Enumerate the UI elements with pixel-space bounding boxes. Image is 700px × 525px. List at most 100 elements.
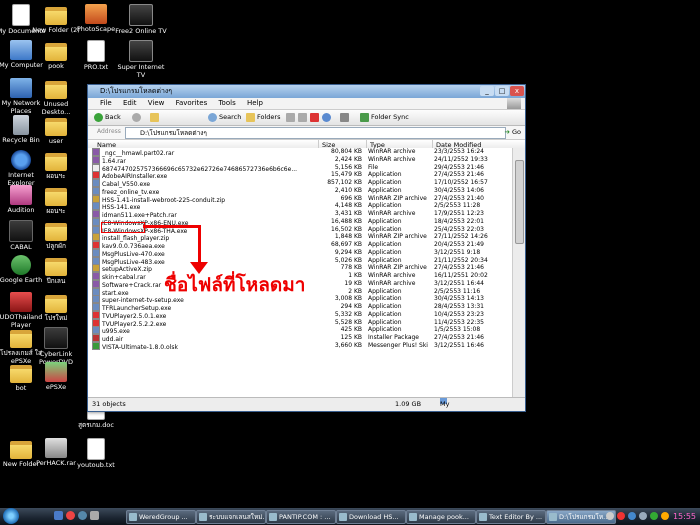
- menu-help[interactable]: Help: [247, 99, 263, 107]
- file-row[interactable]: udd.air 125 KB Installer Package 27/4/2553 …: [88, 334, 513, 343]
- folder-icon: [45, 7, 67, 25]
- file-row[interactable]: MsgPlusLive-470.exe 9,294 KB Application 3/…: [88, 248, 513, 258]
- undo-button[interactable]: [322, 110, 333, 125]
- taskbar-button[interactable]: ระบบแจกเลนสใหม่...: [196, 510, 266, 524]
- text-file-icon: [87, 40, 105, 62]
- folders-button[interactable]: Folders: [246, 110, 280, 125]
- file-row[interactable]: MsgPlusLive-483.exe 5,026 KB Application 21…: [88, 256, 513, 266]
- tv-icon: [129, 40, 153, 62]
- file-row[interactable]: kav9.0.0.736aea.exe 68,697 KB Application 2…: [88, 241, 513, 250]
- desktop-icon[interactable]: CyberLink PowerDVD: [29, 327, 83, 366]
- file-row[interactable]: 1.64.rar 2,424 KB WinRAR archive 24/11/2552…: [88, 155, 513, 165]
- quick-launch-desktop-icon[interactable]: [54, 511, 63, 520]
- desktop-icon[interactable]: โปรใหม่: [29, 292, 83, 322]
- file-row[interactable]: TVUPlayer2.5.0.1.exe 5,332 KB Application 1…: [88, 310, 513, 320]
- taskbar-button[interactable]: PANTIP.COM : ...: [266, 510, 336, 524]
- tray-volume-icon[interactable]: [639, 512, 647, 520]
- file-type: Application: [368, 256, 402, 264]
- file-type: Application: [368, 295, 402, 303]
- quick-launch-ie-icon[interactable]: [78, 511, 87, 520]
- folder-icon: [45, 118, 67, 136]
- desktop-icon[interactable]: Super Internet TV: [114, 40, 168, 79]
- file-row[interactable]: Cabal_V550.exe 857,102 KB Application 17/10…: [88, 179, 513, 188]
- go-button[interactable]: ➔ Go: [504, 127, 521, 138]
- copy-to-button[interactable]: [298, 110, 309, 125]
- desktop-icon[interactable]: ปีกเลน: [29, 255, 83, 285]
- desktop-icon[interactable]: youtoub.txt: [69, 438, 123, 469]
- file-size: 5,156 KB: [334, 163, 362, 171]
- clock[interactable]: 15:55: [673, 508, 696, 525]
- desktop-icon-label: สูตรเกม.doc: [78, 421, 114, 429]
- up-folder-button[interactable]: [150, 110, 161, 125]
- file-row[interactable]: idman511.exe+Patch.rar 3,431 KB WinRAR arc…: [88, 210, 513, 219]
- file-row[interactable]: HSS-141.exe 4,148 KB Application 2/5/2553 1…: [88, 202, 513, 211]
- file-type: Application: [368, 248, 402, 256]
- taskbar-button[interactable]: Manage pook...: [406, 510, 476, 524]
- file-row[interactable]: AdobeAIRInstaller.exe 15,479 KB Applicatio…: [88, 171, 513, 180]
- photoscape-icon: [85, 4, 107, 24]
- file-date-modified: 27/4/2553 21:46: [434, 264, 484, 272]
- desktop-icon[interactable]: ผอนฯะ: [29, 185, 83, 215]
- scroll-thumb[interactable]: [515, 160, 524, 244]
- file-size: 125 KB: [340, 334, 362, 341]
- maximize-button[interactable]: □: [495, 86, 509, 96]
- file-date-modified: 3/12/2551 16:46: [434, 341, 484, 349]
- desktop-icon[interactable]: ePSXe: [29, 362, 83, 391]
- menu-file[interactable]: File: [100, 99, 112, 107]
- file-row[interactable]: TVUPlayer2.5.2.2.exe 5,528 KB Application 1…: [88, 318, 513, 328]
- desktop-icon-label: youtoub.txt: [77, 461, 115, 469]
- tray-security-icon[interactable]: [617, 512, 625, 520]
- vertical-scrollbar[interactable]: [512, 148, 525, 398]
- desktop-icon[interactable]: user: [29, 115, 83, 145]
- menu-favorites[interactable]: Favorites: [176, 99, 208, 107]
- taskbar-button[interactable]: Download HS...: [336, 510, 406, 524]
- desktop-icon-label: โปรใหม่: [44, 314, 68, 322]
- file-row[interactable]: 6874747025757366696c65732e62726e74686572…: [88, 163, 513, 173]
- folder-icon: [45, 258, 67, 276]
- desktop-icon[interactable]: Unused Deskto...: [29, 78, 83, 116]
- file-size: 5,026 KB: [334, 256, 362, 264]
- file-row[interactable]: install_flash_player.zip 1,848 KB WinRAR Z…: [88, 233, 513, 242]
- file-row[interactable]: VISTA-Ultimate-1.8.0.olsk 3,660 KB Messeng…: [88, 341, 513, 351]
- address-input[interactable]: D:\โปรแกรมโหลดต่างๆ: [125, 127, 506, 139]
- status-bar: 31 objects 1.09 GB My Computer: [88, 397, 525, 411]
- desktop-icon[interactable]: Free2 Online TV: [114, 4, 168, 35]
- quick-launch-chrome-icon[interactable]: [66, 511, 75, 520]
- menu-edit[interactable]: Edit: [123, 99, 137, 107]
- window-titlebar[interactable]: D:\โปรแกรมโหลดต่างๆ _ □ x: [88, 85, 525, 98]
- views-button[interactable]: [340, 110, 351, 125]
- delete-button[interactable]: [310, 110, 321, 125]
- taskbar-button[interactable]: WeredGroup ...: [126, 510, 196, 524]
- desktop-icon-label: ePSXe: [45, 383, 67, 391]
- quick-launch-app-icon[interactable]: [90, 511, 99, 520]
- back-button[interactable]: Back: [94, 110, 121, 125]
- menu-view[interactable]: View: [148, 99, 165, 107]
- desktop-icon[interactable]: ปลูกผัก: [29, 220, 83, 250]
- desktop-icon-label: ผอนฯะ: [46, 172, 66, 180]
- minimize-button[interactable]: _: [480, 86, 494, 96]
- my-documents-icon: [12, 4, 30, 26]
- file-row[interactable]: HSS-1.41-install-webroot-225-conduit.zip…: [88, 194, 513, 204]
- file-row[interactable]: freez_online_tv.exe 2,410 KB Application 30…: [88, 186, 513, 196]
- file-row[interactable]: u995.exe 425 KB Application 1/5/2553 15:08: [88, 326, 513, 335]
- start-orb-button[interactable]: [3, 508, 19, 524]
- folder-sync-button[interactable]: Folder Sync: [360, 110, 409, 125]
- file-row[interactable]: TFRLauncherSetup.exe 294 KB Application 28/…: [88, 303, 513, 312]
- close-button[interactable]: x: [510, 86, 524, 96]
- tray-app-icon[interactable]: [606, 512, 614, 520]
- tray-network-icon[interactable]: [628, 512, 636, 520]
- file-date-modified: 30/4/2553 14:06: [434, 186, 484, 194]
- file-date-modified: 30/4/2553 14:13: [434, 295, 484, 303]
- search-button[interactable]: Search: [208, 110, 241, 125]
- forward-button[interactable]: [132, 110, 143, 125]
- taskbar-button[interactable]: Text Editor By ...: [476, 510, 546, 524]
- desktop-icon[interactable]: ผอนฯะ: [29, 150, 83, 180]
- tray-update-icon[interactable]: [661, 512, 669, 520]
- tray-messenger-icon[interactable]: [650, 512, 658, 520]
- file-size: 2,410 KB: [334, 186, 362, 194]
- file-row[interactable]: _ngc__hmawl.part02.rar 80,804 KB WinRAR ar…: [88, 148, 513, 157]
- file-type: WinRAR archive: [368, 148, 416, 155]
- file-type: Application: [368, 241, 402, 248]
- move-to-button[interactable]: [286, 110, 297, 125]
- menu-tools[interactable]: Tools: [218, 99, 235, 107]
